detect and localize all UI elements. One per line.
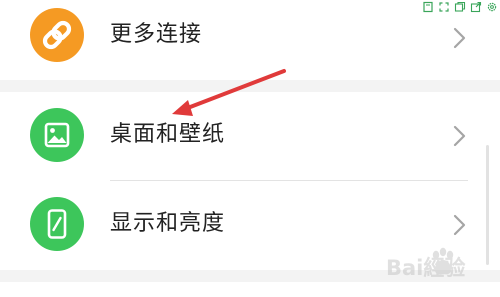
watermark-logo: Bai經验 [386,244,496,284]
watermark-text: Bai經验 [386,256,466,280]
settings-icon[interactable] [486,1,498,13]
link-icon [30,8,84,62]
settings-row-label: 显示和亮度 [110,211,226,236]
bookmark-icon[interactable] [422,1,434,13]
phone-brightness-icon [30,197,84,251]
fullscreen-icon[interactable] [438,1,450,13]
copy-icon[interactable] [454,1,466,13]
chevron-right-icon [453,27,466,49]
share-icon[interactable] [470,1,482,13]
settings-row-label: 更多连接 [110,22,203,47]
chevron-right-icon [453,125,466,147]
settings-row-desktop-wallpaper[interactable]: 桌面和壁纸 [0,92,500,181]
image-icon [30,108,84,162]
settings-row-label: 桌面和壁纸 [110,122,226,147]
screenshot-toolbar [422,1,498,13]
settings-card-next [0,282,500,297]
chevron-right-icon [453,214,466,236]
